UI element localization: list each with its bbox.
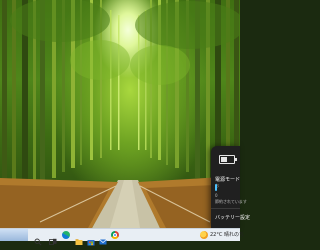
desktop-wallpaper <box>0 0 240 228</box>
battery-icon <box>219 155 237 164</box>
battery-settings-link[interactable]: バッテリー設定 <box>215 214 250 221</box>
store-icon[interactable] <box>87 231 95 246</box>
bamboo-forest-image <box>0 0 240 228</box>
search-icon[interactable] <box>34 231 42 246</box>
task-view-icon[interactable] <box>49 231 57 245</box>
slider-value-label: 0 <box>215 193 218 198</box>
weather-text[interactable]: 22°C 晴れのち <box>210 231 244 238</box>
weather-icon[interactable] <box>200 231 208 239</box>
battery-saver-sub: 節約されています <box>215 199 247 204</box>
chrome-icon[interactable] <box>111 231 119 239</box>
battery-flyout: 電源モード お 0 節約されています バッテリー設定 <box>211 146 250 228</box>
mail-icon[interactable] <box>99 231 107 245</box>
desktop-preview-thumbnail[interactable] <box>0 229 28 241</box>
taskbar: 22°C 晴れのち <box>0 228 244 246</box>
power-mode-slider[interactable] <box>215 184 217 191</box>
flyout-divider <box>211 208 240 209</box>
file-explorer-icon[interactable] <box>75 231 83 245</box>
power-mode-label: 電源モード <box>215 177 241 183</box>
edge-icon[interactable] <box>62 231 70 239</box>
